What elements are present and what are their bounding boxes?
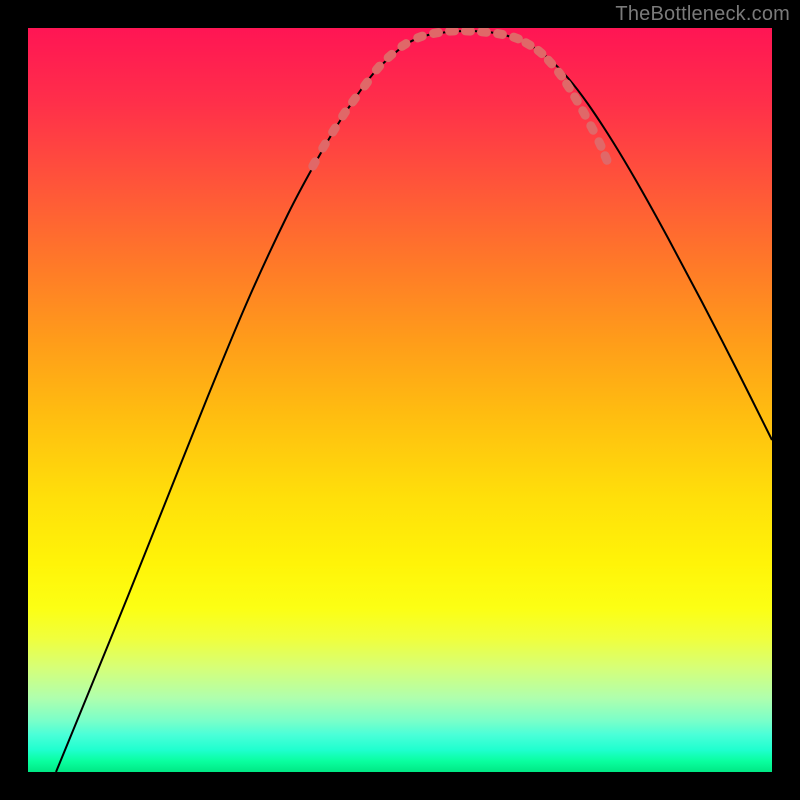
bottleneck-curve — [56, 31, 772, 772]
highlight-marker — [346, 92, 362, 109]
highlight-marker — [593, 136, 607, 152]
watermark-text: TheBottleneck.com — [615, 3, 790, 26]
plot-area — [28, 28, 772, 772]
chart-frame: TheBottleneck.com — [0, 0, 800, 800]
highlight-marker — [585, 120, 599, 137]
highlight-marker — [428, 28, 443, 39]
highlight-marker — [599, 150, 613, 166]
highlight-marker — [326, 122, 341, 139]
highlight-marker — [492, 28, 507, 39]
highlight-markers — [307, 28, 613, 172]
highlight-marker — [307, 156, 322, 173]
highlight-marker — [445, 28, 460, 36]
highlight-marker — [412, 30, 428, 43]
highlight-marker — [461, 28, 475, 36]
curve-layer — [28, 28, 772, 772]
highlight-marker — [477, 28, 492, 37]
